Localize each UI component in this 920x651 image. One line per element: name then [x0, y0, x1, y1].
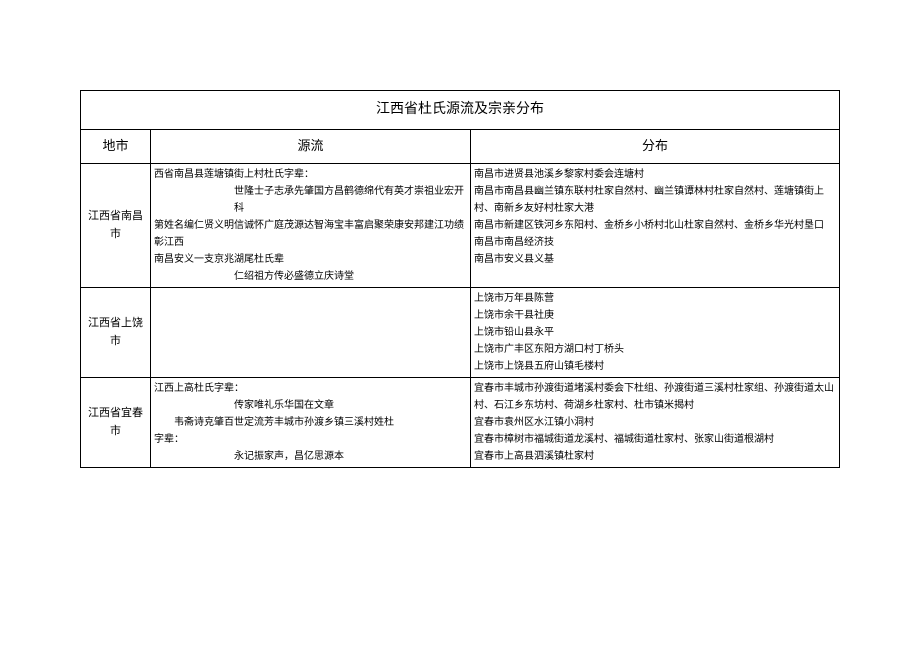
city-cell: 江西省南昌市: [81, 164, 151, 288]
dist-line: 宜春市袁州区水江镇小洞村: [474, 417, 594, 428]
dist-line: 南昌市南昌经济技: [474, 237, 554, 248]
dist-line: 上饶市万年县陈营: [474, 293, 554, 304]
table-title: 江西省杜氏源流及宗亲分布: [81, 91, 840, 130]
source-line: 字辈：: [154, 434, 184, 445]
source-line: 西省南昌县莲塘镇街上村杜氏字辈：: [154, 169, 314, 180]
dist-line: 上饶市余干县社庚: [474, 310, 554, 321]
dist-line: 宜春市丰城市孙渡街道堵溪村委会下杜组、孙渡街道三溪村杜家组、孙渡街道太山村、石江…: [474, 383, 834, 411]
source-line: 仁绍祖方传必盛德立庆诗堂: [154, 268, 467, 285]
dist-line: 南昌市南昌县幽兰镇东联村杜家自然村、幽兰镇谭林村杜家自然村、莲塘镇街上村、南新乡…: [474, 186, 824, 214]
source-line: 世隆士子志承先肇国方昌鹤德绵代有英才崇祖业宏开科: [154, 183, 467, 217]
table-row: 江西省上饶市 上饶市万年县陈营 上饶市余干县社庚 上饶市铅山县永平 上饶市广丰区…: [81, 288, 840, 378]
header-city: 地市: [81, 130, 151, 164]
dist-line: 宜春市上高县泗溪镇杜家村: [474, 451, 594, 462]
dist-line: 南昌市安义县义基: [474, 254, 554, 265]
source-line: 传家唯礼乐华国在文章: [154, 397, 467, 414]
dist-line: 南昌市新建区铁河乡东阳村、金桥乡小桥村北山杜家自然村、金桥乡华光村垦口: [474, 220, 824, 231]
source-cell: [151, 288, 471, 378]
city-cell: 江西省上饶市: [81, 288, 151, 378]
source-line: 永记振家声，昌亿思源本: [154, 448, 467, 465]
source-line: 韦斋诗克肇百世定流芳丰城市孙渡乡镇三溪村姓杜: [154, 414, 467, 431]
table-row: 江西省宜春市 江西上高杜氏字辈： 传家唯礼乐华国在文章 韦斋诗克肇百世定流芳丰城…: [81, 378, 840, 468]
city-cell: 江西省宜春市: [81, 378, 151, 468]
dist-line: 南昌市进贤县池溪乡黎家村委会连塘村: [474, 169, 644, 180]
header-distribution: 分布: [471, 130, 840, 164]
distribution-cell: 宜春市丰城市孙渡街道堵溪村委会下杜组、孙渡街道三溪村杜家组、孙渡街道太山村、石江…: [471, 378, 840, 468]
distribution-cell: 上饶市万年县陈营 上饶市余干县社庚 上饶市铅山县永平 上饶市广丰区东阳方湖口村丁…: [471, 288, 840, 378]
header-source: 源流: [151, 130, 471, 164]
source-line: 南昌安义一支京兆湖尾杜氏辈: [154, 254, 284, 265]
source-cell: 江西上高杜氏字辈： 传家唯礼乐华国在文章 韦斋诗克肇百世定流芳丰城市孙渡乡镇三溪…: [151, 378, 471, 468]
distribution-cell: 南昌市进贤县池溪乡黎家村委会连塘村 南昌市南昌县幽兰镇东联村杜家自然村、幽兰镇谭…: [471, 164, 840, 288]
source-cell: 西省南昌县莲塘镇街上村杜氏字辈： 世隆士子志承先肇国方昌鹤德绵代有英才崇祖业宏开…: [151, 164, 471, 288]
dist-line: 上饶市铅山县永平: [474, 327, 554, 338]
dist-line: 上饶市上饶县五府山镇毛楼村: [474, 361, 604, 372]
dist-line: 宜春市樟树市福城街道龙溪村、福城街道杜家村、张家山街道根湖村: [474, 434, 774, 445]
source-line: 第姓名编仁贤义明信诚怀广庭茂源达智海宝丰富启聚荣康安邦建江功绩彰江西: [154, 220, 464, 248]
dist-line: 上饶市广丰区东阳方湖口村丁桥头: [474, 344, 624, 355]
table-row: 江西省南昌市 西省南昌县莲塘镇街上村杜氏字辈： 世隆士子志承先肇国方昌鹤德绵代有…: [81, 164, 840, 288]
source-line: 江西上高杜氏字辈：: [154, 383, 244, 394]
genealogy-table: 江西省杜氏源流及宗亲分布 地市 源流 分布 江西省南昌市 西省南昌县莲塘镇街上村…: [80, 90, 840, 468]
